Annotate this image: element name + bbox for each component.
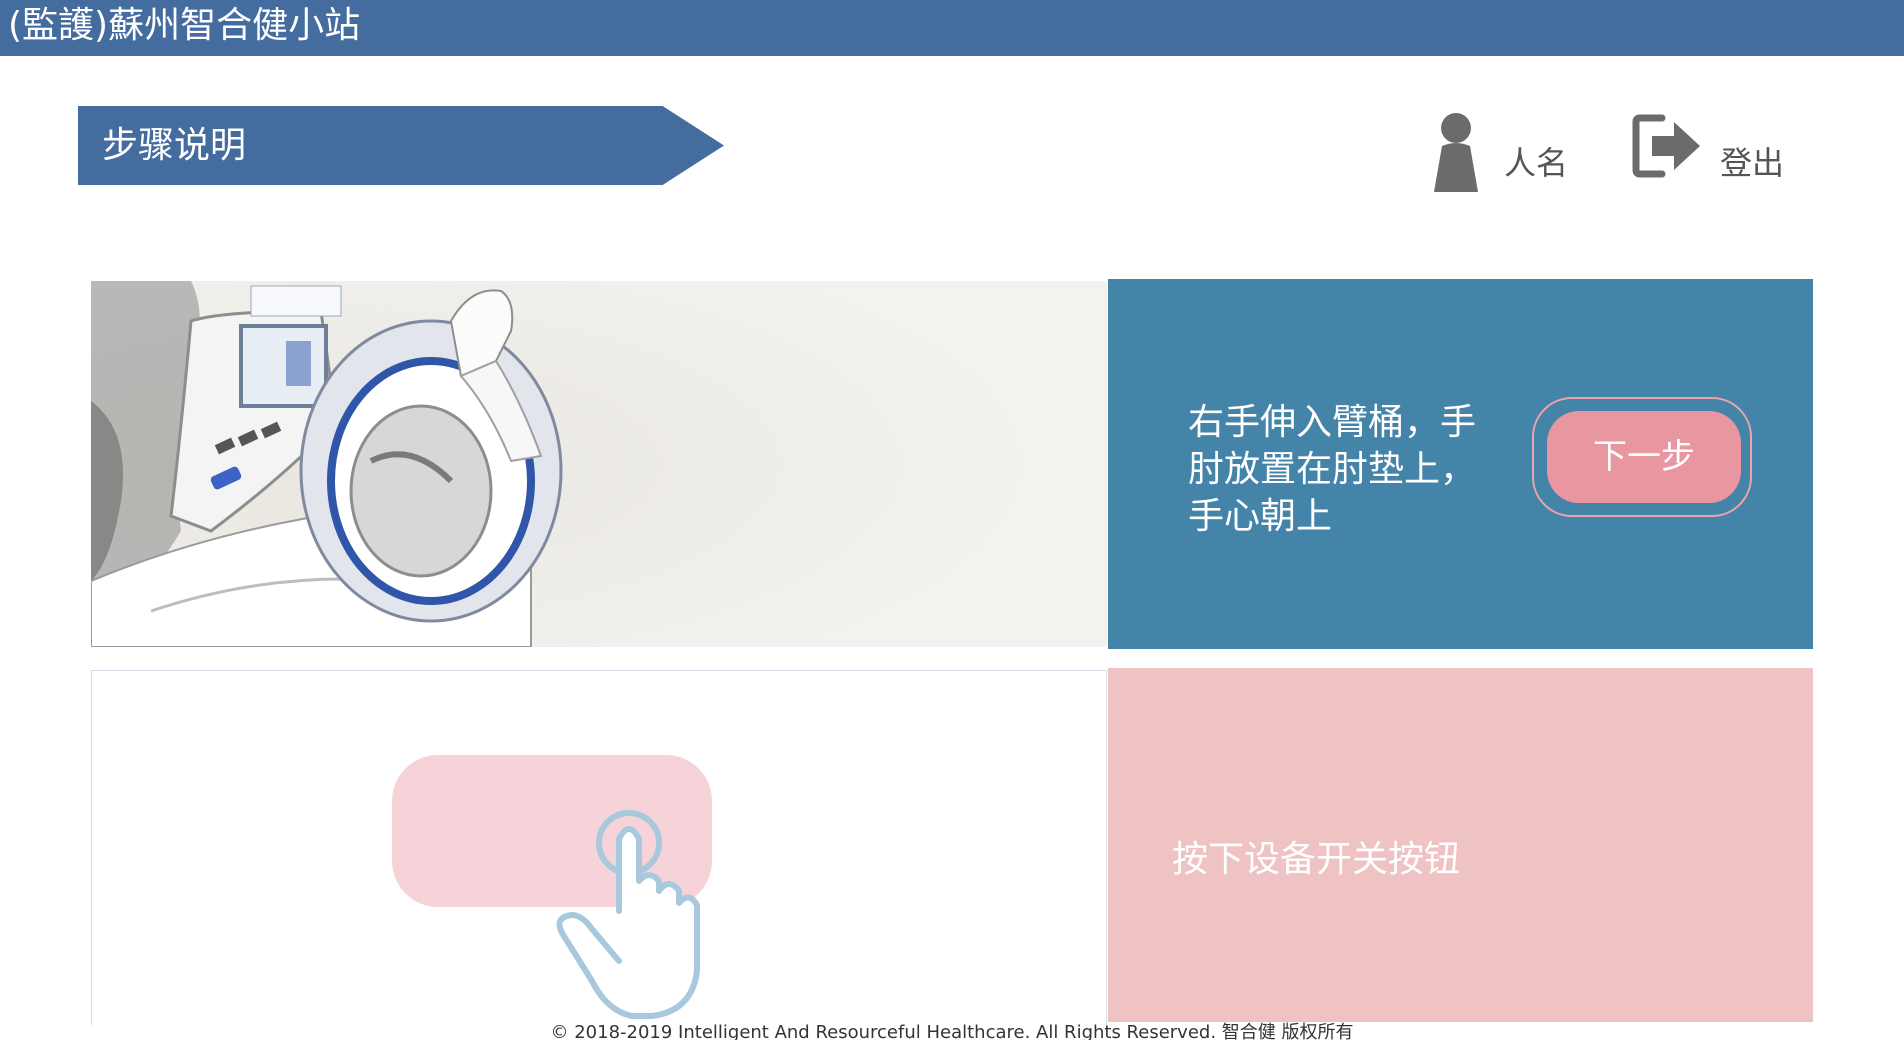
- user-info: 人名: [1424, 106, 1594, 192]
- next-step-button[interactable]: 下一步: [1547, 411, 1741, 503]
- step-1-instruction: 右手伸入臂桶，手肘放置在肘垫上，手心朝上: [1188, 402, 1477, 537]
- user-name: 人名: [1504, 144, 1569, 182]
- footer-copyright: © 2018-2019 Intelligent And Resourceful …: [550, 1022, 1354, 1040]
- step-2-illustration: [91, 670, 1107, 1025]
- step-banner: 步骤说明: [78, 106, 724, 185]
- next-button-outline: 下一步: [1532, 397, 1752, 517]
- step-2-instruction: 按下设备开关按钮: [1172, 839, 1461, 880]
- logout-button[interactable]: 登出: [1628, 106, 1798, 186]
- top-bar: (監護)蘇州智合健小站: [0, 0, 1904, 56]
- logout-label: 登出: [1720, 144, 1785, 182]
- step-illustration: [91, 281, 1107, 647]
- step-2-panel: 按下设备开关按钮: [1108, 668, 1813, 1022]
- press-button-hand-icon: [392, 755, 712, 1019]
- blood-pressure-monitor-illustration: [91, 281, 1107, 647]
- step-banner-label: 步骤说明: [102, 125, 247, 166]
- logout-icon: [1632, 114, 1700, 178]
- step-1-panel: 右手伸入臂桶，手肘放置在肘垫上，手心朝上 下一步: [1108, 279, 1813, 649]
- person-icon: [1434, 113, 1478, 192]
- app-title: (監護)蘇州智合健小站: [8, 5, 361, 46]
